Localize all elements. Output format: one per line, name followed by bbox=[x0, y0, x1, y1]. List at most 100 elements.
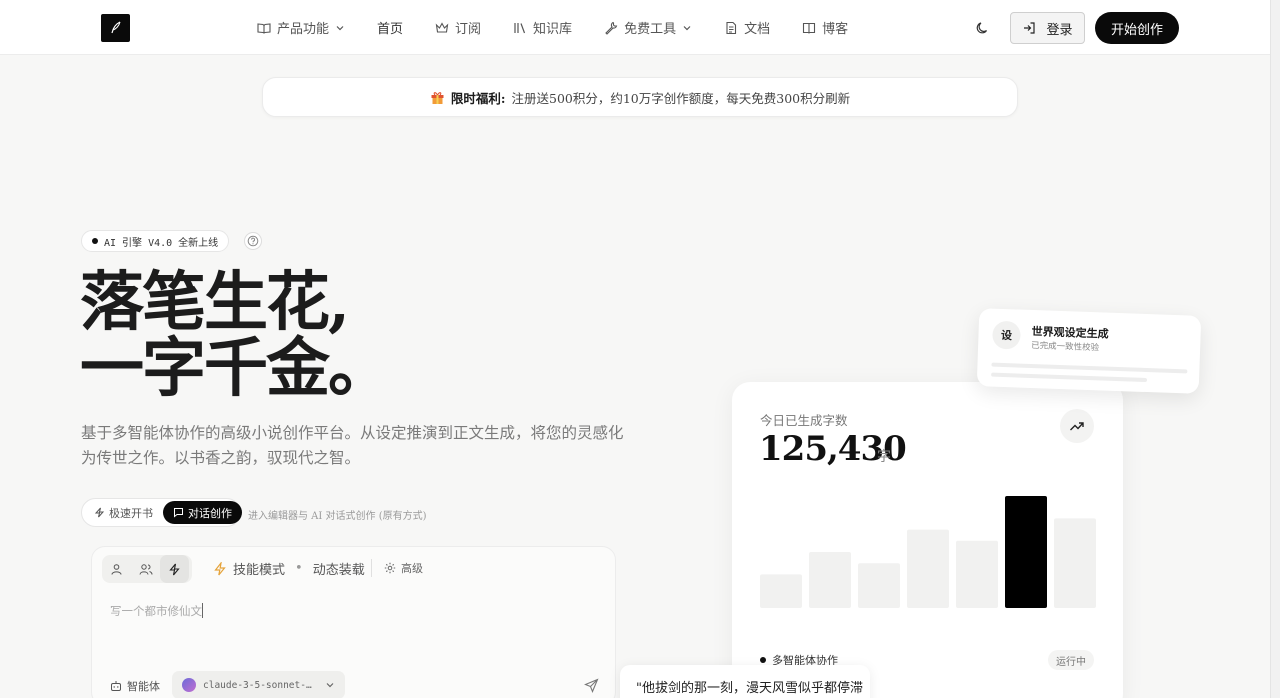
book-icon bbox=[803, 22, 816, 34]
page-scrollbar[interactable] bbox=[1270, 0, 1280, 698]
skill-sub-label: 动态装载 bbox=[312, 563, 365, 578]
prompt-input[interactable] bbox=[110, 601, 600, 621]
badge-text: AI 引擎 V4.0 全新上线 bbox=[104, 237, 219, 249]
multi-agent-tool[interactable] bbox=[131, 555, 160, 583]
bar-1 bbox=[760, 574, 802, 608]
separator-dot: • bbox=[295, 561, 303, 576]
status-dot bbox=[760, 657, 766, 663]
lightning-icon bbox=[94, 507, 105, 518]
trending-up-icon bbox=[1070, 422, 1084, 431]
advanced-label: 高级 bbox=[401, 562, 423, 575]
world-icon: 设 bbox=[992, 320, 1021, 350]
login-button[interactable]: 登录 bbox=[1010, 12, 1085, 44]
mode-quick-start[interactable]: 极速开书 bbox=[84, 501, 163, 524]
model-name: claude-3-5-sonnet-… bbox=[203, 679, 312, 691]
users-icon bbox=[139, 563, 152, 575]
nav-label: 博客 bbox=[822, 22, 849, 37]
nav-label: 知识库 bbox=[533, 22, 573, 37]
nav-home[interactable]: 首页 bbox=[377, 0, 403, 55]
crown-icon bbox=[435, 21, 449, 33]
main-nav: 产品功能 首页 订阅 知识库 免费工具 文档 博客 bbox=[257, 0, 880, 55]
quote-card: "他拔剑的那一刻，漫天风雪似乎都停滞 bbox=[620, 665, 870, 698]
chevron-down-icon bbox=[683, 25, 691, 30]
mode-chat-create[interactable]: 对话创作 bbox=[163, 501, 242, 524]
user-icon bbox=[111, 563, 122, 575]
prompt-editor: 技能模式 • 动态装载 高级 智能体 claude-3-5-sonnet-… bbox=[91, 546, 616, 698]
bar-7 bbox=[1054, 518, 1096, 608]
book-open-icon bbox=[257, 22, 271, 34]
model-select[interactable]: claude-3-5-sonnet-… bbox=[172, 671, 345, 698]
trend-button[interactable] bbox=[1060, 409, 1094, 443]
theme-toggle[interactable] bbox=[972, 18, 992, 38]
bar-4 bbox=[907, 529, 949, 608]
mode-hint: 进入编辑器与 AI 对话式创作 (原有方式) bbox=[248, 511, 427, 522]
agent-label: 智能体 bbox=[127, 680, 160, 693]
promo-highlight: 限时福利: bbox=[450, 90, 506, 106]
skill-mode-indicator: 技能模式 • 动态装载 bbox=[213, 559, 365, 578]
start-label: 开始创作 bbox=[1110, 22, 1163, 38]
question-icon bbox=[247, 235, 259, 247]
brand-logo[interactable] bbox=[101, 14, 130, 42]
start-creating-button[interactable]: 开始创作 bbox=[1095, 12, 1179, 44]
nav-knowledge-base[interactable]: 知识库 bbox=[513, 0, 572, 55]
agent-mode-toolbar bbox=[102, 555, 192, 583]
single-agent-tool[interactable] bbox=[102, 555, 131, 583]
bar-2 bbox=[809, 552, 851, 608]
top-navbar: 产品功能 首页 订阅 知识库 免费工具 文档 博客 登录 开始创作 bbox=[0, 0, 1280, 55]
nav-label: 订阅 bbox=[455, 22, 482, 37]
chevron-down-icon bbox=[336, 25, 344, 30]
mode-switch: 极速开书 对话创作 bbox=[81, 498, 242, 527]
login-label: 登录 bbox=[1046, 22, 1073, 38]
login-icon bbox=[1024, 22, 1036, 34]
nav-free-tools[interactable]: 免费工具 bbox=[604, 0, 692, 55]
world-setting-card: 设 世界观设定生成 已完成一致性校验 bbox=[976, 308, 1202, 394]
stats-card: 今日已生成字数 125,430 字 多智能体协作 运行中 bbox=[732, 382, 1123, 698]
placeholder-line bbox=[991, 372, 1148, 383]
lightning-icon bbox=[169, 563, 180, 575]
moon-icon bbox=[976, 21, 987, 33]
skill-mode-label: 技能模式 bbox=[233, 563, 286, 578]
chat-icon bbox=[174, 508, 183, 518]
nav-blog[interactable]: 博客 bbox=[802, 0, 848, 55]
help-button[interactable] bbox=[244, 232, 262, 250]
hero-title: 落笔生花, 一字千金。 bbox=[80, 270, 480, 402]
mode-label: 极速开书 bbox=[109, 506, 153, 520]
promo-banner: 限时福利: 注册送500积分，约10万字创作额度，每天免费300积分刷新 bbox=[262, 77, 1018, 117]
hero-description: 基于多智能体协作的高级小说创作平台。从设定推演到正文生成，将您的灵感化为传世之作… bbox=[81, 424, 624, 467]
nav-label: 产品功能 bbox=[277, 22, 330, 37]
nav-product-features[interactable]: 产品功能 bbox=[257, 0, 345, 55]
wrench-icon bbox=[605, 21, 618, 35]
nav-subscribe[interactable]: 订阅 bbox=[435, 0, 481, 55]
nav-label: 免费工具 bbox=[624, 22, 677, 37]
nav-label: 首页 bbox=[377, 22, 404, 37]
version-badge: AI 引擎 V4.0 全新上线 bbox=[81, 230, 230, 252]
bar-5 bbox=[956, 540, 998, 608]
agent-selector[interactable]: 智能体 bbox=[110, 678, 160, 694]
status-badge: 运行中 bbox=[1048, 650, 1094, 670]
skill-mode-tool[interactable] bbox=[160, 555, 189, 583]
mode-label: 对话创作 bbox=[188, 506, 232, 520]
promo-text: 注册送500积分，约10万字创作额度，每天免费300积分刷新 bbox=[511, 90, 851, 106]
bar-3 bbox=[858, 563, 900, 608]
document-icon bbox=[726, 21, 737, 34]
world-subtitle: 已完成一致性校验 bbox=[1030, 340, 1100, 354]
gear-icon bbox=[384, 562, 396, 574]
lightning-icon bbox=[214, 561, 226, 575]
send-button[interactable] bbox=[582, 676, 600, 694]
quill-icon bbox=[110, 21, 120, 34]
toolbar-divider bbox=[371, 559, 372, 577]
send-icon bbox=[583, 677, 599, 693]
word-count-bar-chart bbox=[760, 496, 1096, 608]
placeholder-line bbox=[991, 362, 1188, 374]
nav-docs[interactable]: 文档 bbox=[724, 0, 770, 55]
hero-title-line2: 一字千金。 bbox=[80, 331, 392, 406]
stats-unit: 字 bbox=[877, 449, 891, 465]
advanced-settings-button[interactable]: 高级 bbox=[384, 560, 423, 576]
status-dot bbox=[92, 238, 98, 244]
library-icon bbox=[514, 22, 526, 33]
gift-icon bbox=[431, 91, 444, 104]
stats-label: 今日已生成字数 bbox=[760, 413, 848, 428]
model-avatar-icon bbox=[182, 678, 196, 692]
chevron-down-icon bbox=[326, 683, 334, 688]
bot-icon bbox=[111, 681, 121, 691]
